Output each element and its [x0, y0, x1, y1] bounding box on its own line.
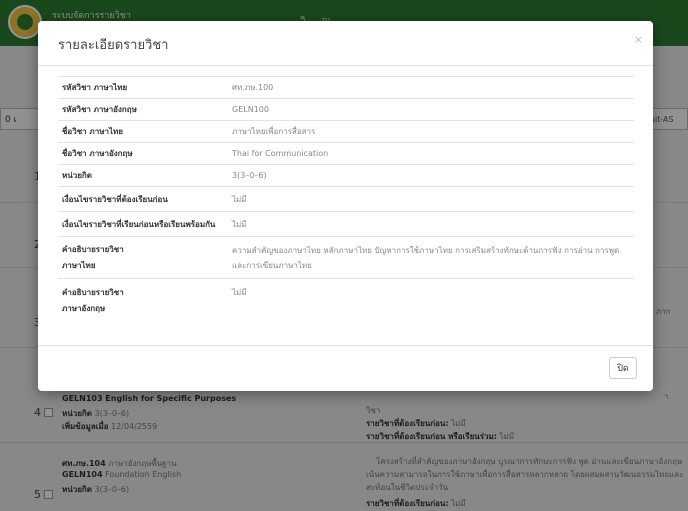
detail-row: คำอธิบายรายวิชา ภาษาอังกฤษ ไม่มี	[58, 278, 634, 327]
modal-footer: ปิด	[38, 345, 653, 392]
detail-row: รหัสวิชา ภาษาอังกฤษ GELN100	[58, 98, 634, 121]
close-button[interactable]: ปิด	[609, 357, 637, 379]
detail-value: ไม่มี	[228, 211, 634, 237]
detail-value: ไม่มี	[228, 186, 634, 212]
detail-row: เงื่อนไขรายวิชาที่ต้องเรียนก่อน ไม่มี	[58, 186, 634, 212]
detail-row: คำอธิบายรายวิชา ภาษาไทย ความสำคัญของภาษา…	[58, 236, 634, 279]
close-icon[interactable]: ×	[634, 33, 643, 46]
detail-row: เงื่อนไขรายวิชาที่เรียนก่อนหรือเรียนพร้อ…	[58, 211, 634, 237]
detail-row: หน่วยกิต 3(3–0–6)	[58, 164, 634, 187]
course-detail-modal: รายละเอียดรายวิชา × รหัสวิชา ภาษาไทย ศท.…	[38, 21, 653, 391]
detail-label: รหัสวิชา ภาษาไทย	[58, 76, 228, 99]
detail-label-line: ภาษาไทย	[62, 260, 96, 270]
detail-label: ชื่อวิชา ภาษาไทย	[58, 120, 228, 143]
detail-row: ชื่อวิชา ภาษาไทย ภาษาไทยเพื่อการสื่อสาร	[58, 120, 634, 143]
detail-label-line: คำอธิบายรายวิชา	[62, 244, 124, 254]
detail-label: เงื่อนไขรายวิชาที่ต้องเรียนก่อน	[58, 186, 228, 212]
detail-value: ไม่มี	[228, 278, 634, 327]
detail-value: ความสำคัญของภาษาไทย หลักภาษาไทย ปัญหาการ…	[228, 236, 634, 279]
detail-row: รหัสวิชา ภาษาไทย ศท.ภษ.100	[58, 76, 634, 99]
modal-header: รายละเอียดรายวิชา ×	[38, 21, 653, 66]
detail-value: GELN100	[228, 98, 634, 121]
detail-value: ภาษาไทยเพื่อการสื่อสาร	[228, 120, 634, 143]
detail-label-line: คำอธิบายรายวิชา	[62, 288, 124, 297]
modal-title: รายละเอียดรายวิชา	[58, 38, 169, 53]
detail-label: เงื่อนไขรายวิชาที่เรียนก่อนหรือเรียนพร้อ…	[58, 211, 228, 237]
detail-label-line: ภาษาอังกฤษ	[62, 304, 106, 313]
detail-label: คำอธิบายรายวิชา ภาษาอังกฤษ	[58, 278, 228, 327]
detail-value: 3(3–0–6)	[228, 164, 634, 187]
detail-label: คำอธิบายรายวิชา ภาษาไทย	[58, 236, 228, 279]
detail-value: ศท.ภษ.100	[228, 76, 634, 99]
course-detail-table: รหัสวิชา ภาษาไทย ศท.ภษ.100 รหัสวิชา ภาษา…	[58, 76, 634, 327]
detail-label: หน่วยกิต	[58, 164, 228, 187]
detail-value: Thai for Communication	[228, 142, 634, 165]
detail-label: รหัสวิชา ภาษาอังกฤษ	[58, 98, 228, 121]
detail-row: ชื่อวิชา ภาษาอังกฤษ Thai for Communicati…	[58, 142, 634, 165]
detail-label: ชื่อวิชา ภาษาอังกฤษ	[58, 142, 228, 165]
